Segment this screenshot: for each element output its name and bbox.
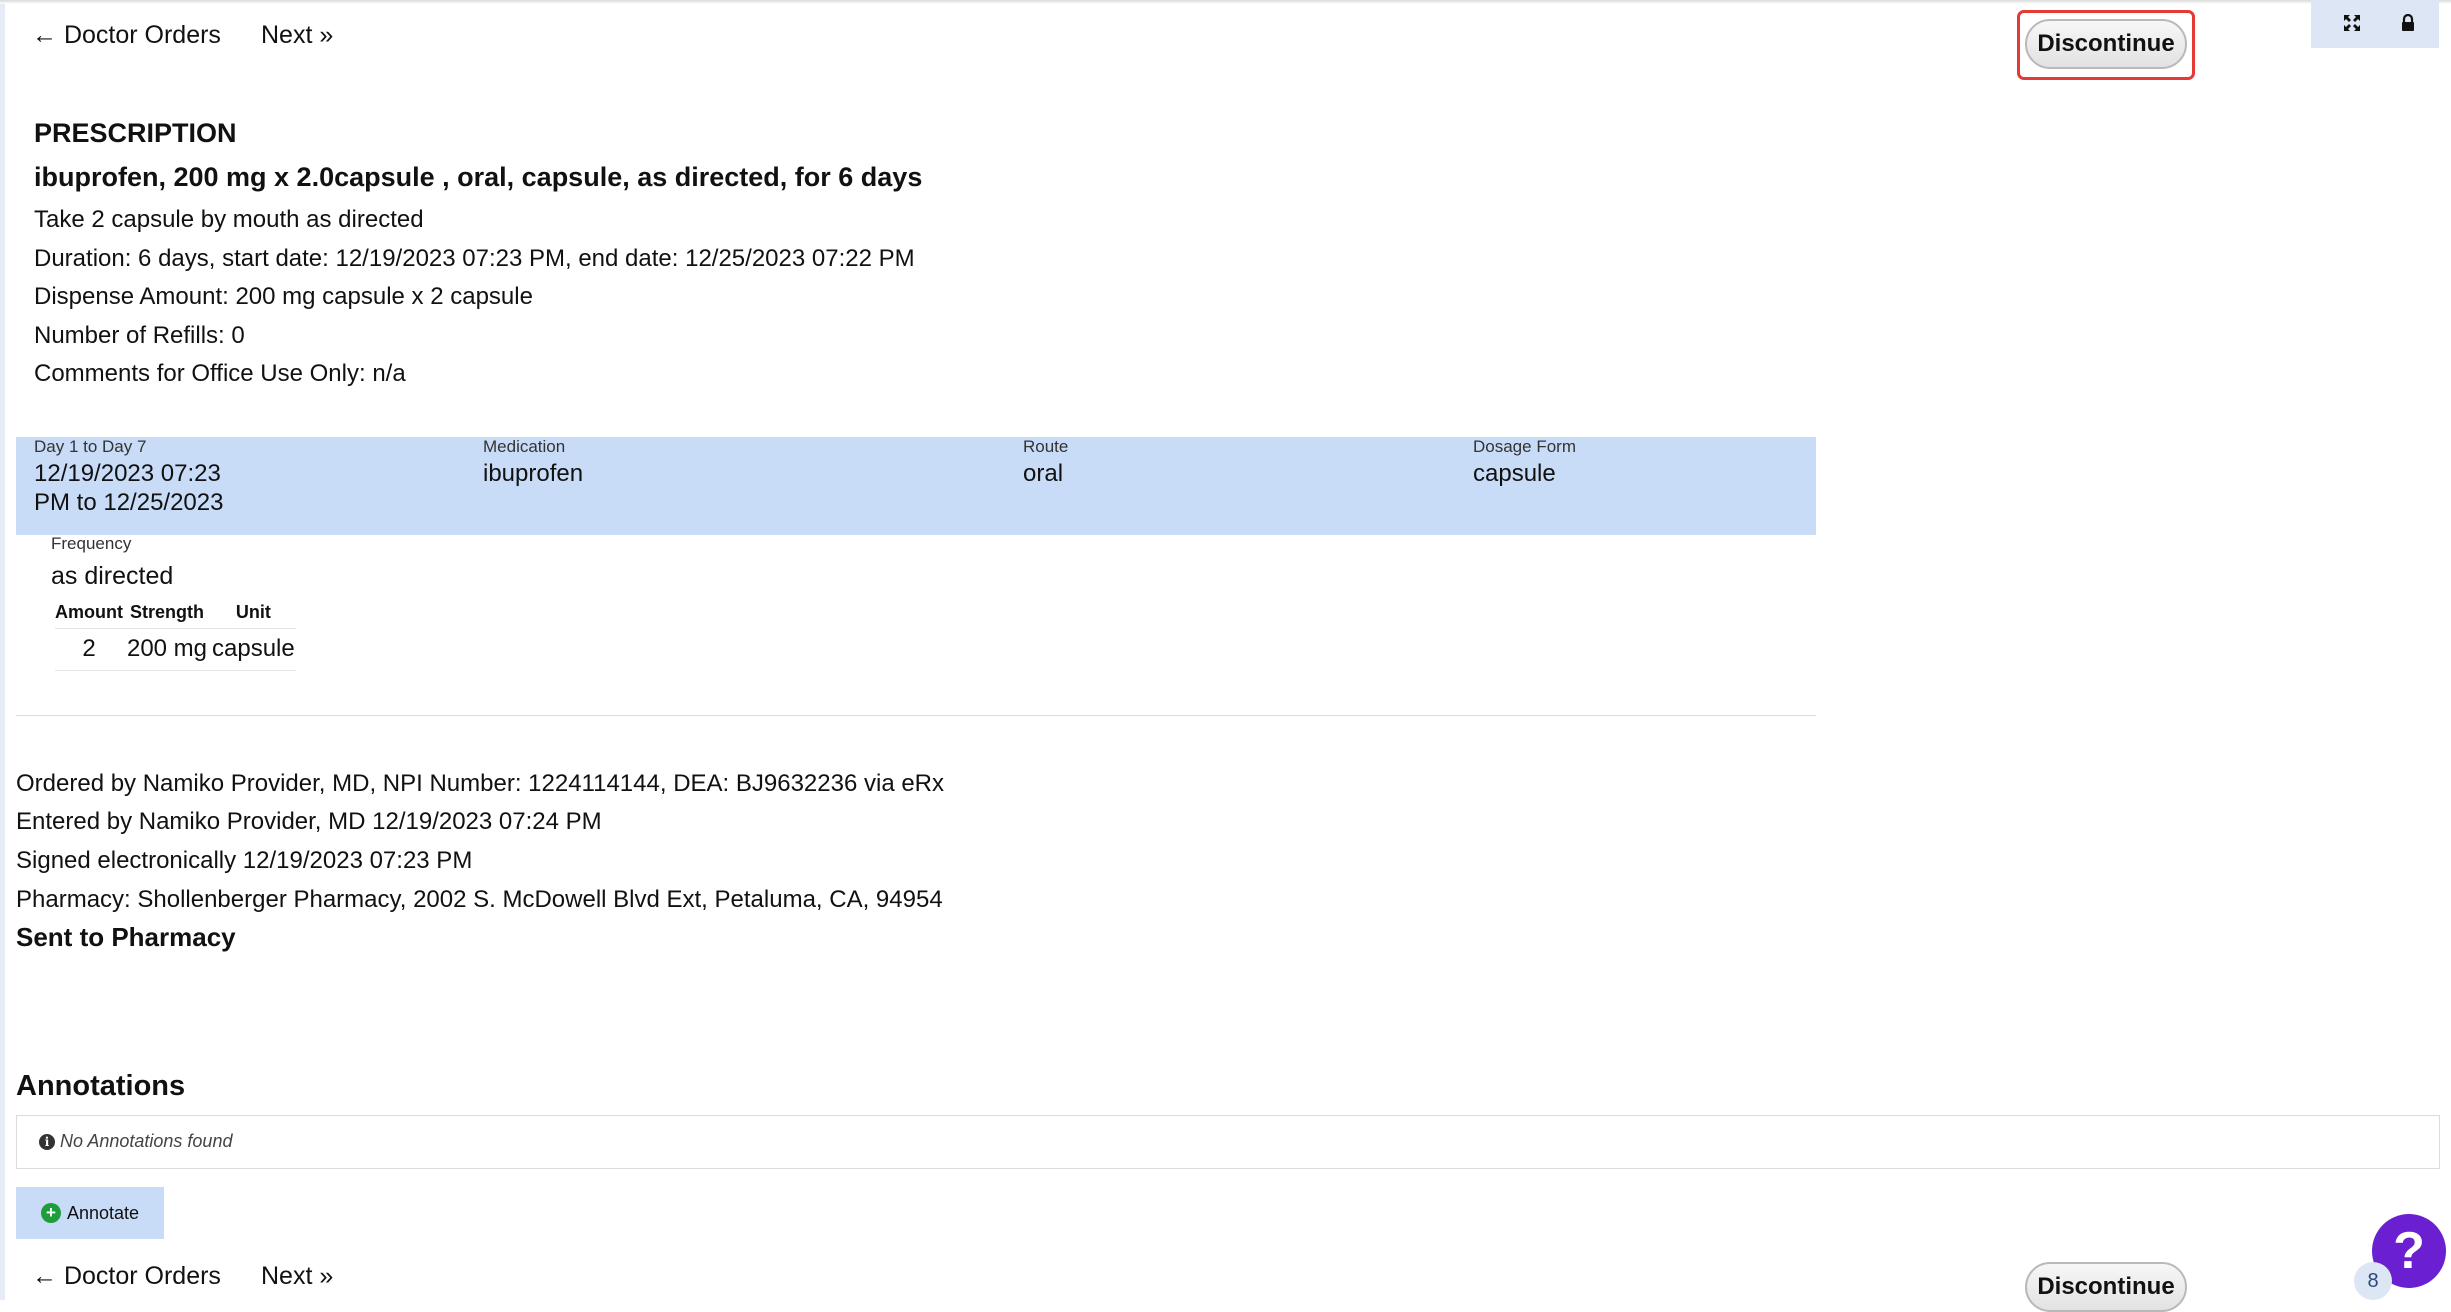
left-edge-rule (0, 0, 5, 1300)
entered-by: Entered by Namiko Provider, MD 12/19/202… (16, 808, 602, 835)
annotate-label: Annotate (66, 1202, 140, 1223)
dose-header-amount: Amount (55, 598, 123, 629)
dose-amount: 2 (55, 628, 123, 671)
medication-label: Medication (483, 437, 566, 456)
frequency-label: Frequency (51, 534, 132, 553)
period-value-line2: PM to 12/25/2023 (34, 489, 224, 516)
ordered-by: Ordered by Namiko Provider, MD, NPI Numb… (16, 770, 945, 797)
next-link[interactable]: Next » (261, 21, 333, 50)
dose-strength: 200 mg (123, 628, 211, 671)
dosage-form-value: capsule (1473, 460, 1556, 487)
prescription-refills: Number of Refills: 0 (34, 322, 245, 349)
info-icon: i (39, 1133, 55, 1150)
medication-value: ibuprofen (483, 460, 584, 487)
period-value-line1: 12/19/2023 07:23 (34, 460, 221, 487)
back-to-doctor-orders-link[interactable]: ← Doctor Orders (32, 21, 221, 50)
prescription-title: ibuprofen, 200 mg x 2.0capsule , oral, c… (34, 162, 923, 192)
expand-icon[interactable] (2337, 8, 2367, 38)
prescription-duration: Duration: 6 days, start date: 12/19/2023… (34, 245, 915, 272)
notification-badge[interactable]: 8 (2354, 1262, 2392, 1300)
annotations-empty-message: i No Annotations found (39, 1131, 232, 1152)
dose-row: 2 200 mg capsule (55, 628, 296, 671)
annotate-button[interactable]: + Annotate (16, 1187, 164, 1239)
dose-header-unit: Unit (211, 598, 296, 629)
dose-table: Amount Strength Unit 2 200 mg capsule (55, 598, 296, 671)
signed-electronically: Signed electronically 12/19/2023 07:23 P… (16, 847, 473, 874)
prescription-instructions: Take 2 capsule by mouth as directed (34, 206, 424, 233)
window-tools (2311, 0, 2439, 48)
lock-icon[interactable] (2393, 8, 2423, 38)
route-label: Route (1023, 437, 1069, 456)
medication-detail-band: Day 1 to Day 7 12/19/2023 07:23 PM to 12… (16, 437, 1816, 535)
route-value: oral (1023, 460, 1064, 487)
prescription-dispense: Dispense Amount: 200 mg capsule x 2 caps… (34, 283, 533, 310)
discontinue-button[interactable]: Discontinue (2025, 19, 2187, 69)
next-link-bottom[interactable]: Next » (261, 1262, 333, 1291)
prescription-comments: Comments for Office Use Only: n/a (34, 360, 406, 387)
dosage-form-label: Dosage Form (1473, 437, 1576, 456)
annotations-empty-text: No Annotations found (60, 1131, 233, 1151)
prescription-heading: PRESCRIPTION (34, 118, 237, 148)
section-divider (16, 715, 1816, 716)
period-label: Day 1 to Day 7 (34, 437, 147, 456)
top-shadow (0, 0, 2451, 4)
back-to-doctor-orders-link-bottom[interactable]: ← Doctor Orders (32, 1262, 221, 1291)
annotations-heading: Annotations (16, 1070, 186, 1102)
sent-status: Sent to Pharmacy (16, 922, 236, 952)
dose-unit: capsule (211, 628, 296, 671)
dose-header-strength: Strength (123, 598, 211, 629)
plus-circle-icon: + (40, 1203, 61, 1223)
frequency-value: as directed (51, 562, 174, 590)
pharmacy-info: Pharmacy: Shollenberger Pharmacy, 2002 S… (16, 886, 943, 913)
discontinue-button-bottom[interactable]: Discontinue (2025, 1262, 2187, 1312)
annotations-list: i No Annotations found (16, 1115, 2440, 1169)
